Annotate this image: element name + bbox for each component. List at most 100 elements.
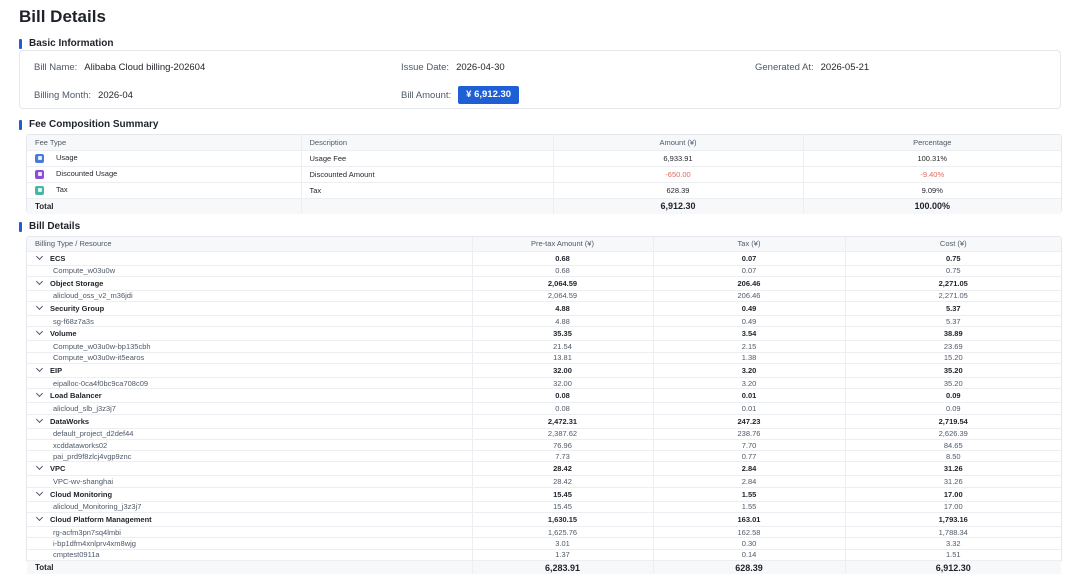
resource-cost: 17.00	[844, 501, 1061, 514]
resource-name: VPC-wv-shanghai	[27, 475, 472, 488]
billing-type-row[interactable]: Load Balancer 0.08 0.01 0.09	[27, 388, 1061, 404]
bill-amount-label: Bill Amount:	[401, 89, 452, 101]
billing-type-cell[interactable]: DataWorks	[27, 414, 472, 429]
fee-row: Usage Usage Fee 6,933.91 100.31%	[27, 150, 1061, 167]
billing-type-cell[interactable]: EIP	[27, 363, 472, 378]
billing-type-name: Object Storage	[50, 278, 104, 288]
chevron-down-icon[interactable]	[35, 488, 44, 496]
resource-row: pai_prd9f8zlcj4vgp9znc 7.73 0.77 8.50	[27, 450, 1061, 463]
billing-type-name: Security Group	[50, 304, 105, 314]
resource-tax: 2.84	[652, 475, 845, 488]
resource-tax: 206.46	[652, 290, 845, 303]
resource-row: Compute_w03u0w 0.68 0.07 0.75	[27, 265, 1061, 277]
resource-pretax: 28.42	[471, 475, 653, 488]
billing-type-cell[interactable]: ECS	[27, 251, 472, 266]
billing-type-cell[interactable]: Load Balancer	[27, 388, 472, 404]
bill-details-section-title: Bill Details	[19, 221, 80, 232]
fee-header-type: Fee Type	[27, 135, 301, 151]
resource-tax: 3.20	[652, 377, 845, 390]
billing-type-pretax: 15.45	[471, 487, 653, 502]
fee-description-cell: Tax	[300, 182, 553, 199]
resource-cost: 15.20	[844, 352, 1061, 364]
billing-type-pretax: 2,064.59	[471, 276, 653, 291]
chevron-down-icon[interactable]	[35, 303, 44, 311]
bill-amount-field: Bill Amount: ¥ 6,912.30	[401, 86, 520, 104]
chevron-down-icon[interactable]	[35, 463, 44, 471]
resource-pretax: 7.73	[471, 450, 653, 463]
billing-type-name: DataWorks	[50, 416, 90, 426]
chevron-down-icon[interactable]	[35, 252, 44, 260]
billing-type-cost: 38.89	[844, 326, 1061, 342]
fee-type-label: Discounted Usage	[56, 169, 118, 179]
resource-row: default_project_d2def44 2,387.62 238.76 2,6…	[27, 428, 1061, 440]
resource-tax: 0.14	[652, 549, 845, 561]
resource-name: i-bp1dfm4xnlprv4xm8wjg	[27, 537, 472, 550]
chevron-down-icon[interactable]	[35, 415, 44, 423]
billing-type-cost: 2,271.05	[844, 276, 1061, 291]
chevron-down-icon[interactable]	[35, 277, 44, 285]
generated-at-label: Generated At:	[755, 61, 814, 73]
billing-type-row[interactable]: Cloud Monitoring 15.45 1.55 17.00	[27, 487, 1061, 502]
resource-cost: 0.09	[844, 402, 1061, 415]
chevron-down-icon[interactable]	[35, 390, 44, 398]
detail-total-tax: 628.39	[652, 560, 845, 575]
resource-tax: 162.58	[652, 526, 845, 539]
fee-summary-table: Fee Type Description Amount (¥) Percenta…	[27, 135, 1061, 214]
resource-pretax: 1,625.76	[471, 526, 653, 539]
billing-type-tax: 1.55	[652, 487, 845, 502]
fee-total-percentage: 100.00%	[802, 198, 1061, 214]
resource-cost: 3.32	[844, 537, 1061, 550]
fee-type-color-icon	[35, 153, 44, 163]
resource-name: rg-acfm3pn7sq4lmbi	[27, 526, 472, 539]
resource-name: sg-f68z7a3s	[27, 315, 472, 328]
billing-type-cell[interactable]: Volume	[27, 326, 472, 342]
billing-type-cell[interactable]: VPC	[27, 461, 472, 477]
billing-type-row[interactable]: Volume 35.35 3.54 38.89	[27, 326, 1061, 342]
billing-month-label: Billing Month:	[34, 89, 92, 101]
billing-type-tax: 0.01	[652, 388, 845, 404]
fee-header-description: Description	[300, 135, 553, 151]
resource-row: sg-f68z7a3s 4.88 0.49 5.37	[27, 315, 1061, 328]
resource-name: Compute_w03u0w-bp135cbh	[27, 340, 472, 353]
resource-pretax: 0.08	[471, 402, 653, 415]
bill-name-value: Alibaba Cloud billing-202604	[84, 61, 206, 73]
resource-cost: 0.75	[844, 265, 1061, 277]
resource-row: VPC-wv-shanghai 28.42 2.84 31.26	[27, 475, 1061, 488]
resource-row: alicloud_slb_j3z3j7 0.08 0.01 0.09	[27, 402, 1061, 415]
page-title: Bill Details	[19, 7, 106, 26]
billing-type-name: Volume	[50, 329, 77, 339]
billing-type-row[interactable]: Cloud Platform Management 1,630.15 163.01 1…	[27, 512, 1061, 528]
billing-type-tax: 3.54	[652, 326, 845, 342]
detail-total-cost: 6,912.30	[844, 560, 1061, 575]
resource-name: cmptest0911a	[27, 549, 472, 561]
billing-type-cell[interactable]: Security Group	[27, 301, 472, 317]
chevron-down-icon[interactable]	[35, 328, 44, 336]
resource-tax: 7.70	[652, 439, 845, 452]
billing-type-cell[interactable]: Cloud Monitoring	[27, 487, 472, 502]
resource-cost: 5.37	[844, 315, 1061, 328]
billing-type-pretax: 28.42	[471, 461, 653, 477]
billing-type-cell[interactable]: Object Storage	[27, 276, 472, 291]
billing-type-tax: 163.01	[652, 512, 845, 528]
billing-type-row[interactable]: VPC 28.42 2.84 31.26	[27, 461, 1061, 477]
billing-type-row[interactable]: ECS 0.68 0.07 0.75	[27, 251, 1061, 266]
bill-details-table: Billing Type / Resource Pre-tax Amount (…	[27, 237, 1061, 575]
detail-total-row: Total 6,283.91 628.39 6,912.30	[27, 560, 1061, 575]
resource-cost: 8.50	[844, 450, 1061, 463]
fee-amount-cell: -650.00	[552, 166, 803, 183]
billing-type-row[interactable]: EIP 32.00 3.20 35.20	[27, 363, 1061, 378]
resource-row: alicloud_oss_v2_m36jdi 2,064.59 206.46 2,27…	[27, 290, 1061, 303]
billing-type-cell[interactable]: Cloud Platform Management	[27, 512, 472, 528]
basic-info-card: Bill Name: Alibaba Cloud billing-202604 …	[19, 50, 1061, 109]
resource-tax: 0.49	[652, 315, 845, 328]
fee-amount-cell: 6,933.91	[552, 150, 803, 167]
detail-header-cost: Cost (¥)	[844, 237, 1061, 252]
billing-type-row[interactable]: DataWorks 2,472.31 247.23 2,719.54	[27, 414, 1061, 429]
billing-type-cost: 17.00	[844, 487, 1061, 502]
billing-type-row[interactable]: Object Storage 2,064.59 206.46 2,271.05	[27, 276, 1061, 291]
billing-type-row[interactable]: Security Group 4.88 0.49 5.37	[27, 301, 1061, 317]
resource-row: rg-acfm3pn7sq4lmbi 1,625.76 162.58 1,788.34	[27, 526, 1061, 539]
chevron-down-icon[interactable]	[35, 364, 44, 373]
bill-name-field: Bill Name: Alibaba Cloud billing-202604	[34, 58, 205, 76]
chevron-down-icon[interactable]	[35, 514, 44, 522]
